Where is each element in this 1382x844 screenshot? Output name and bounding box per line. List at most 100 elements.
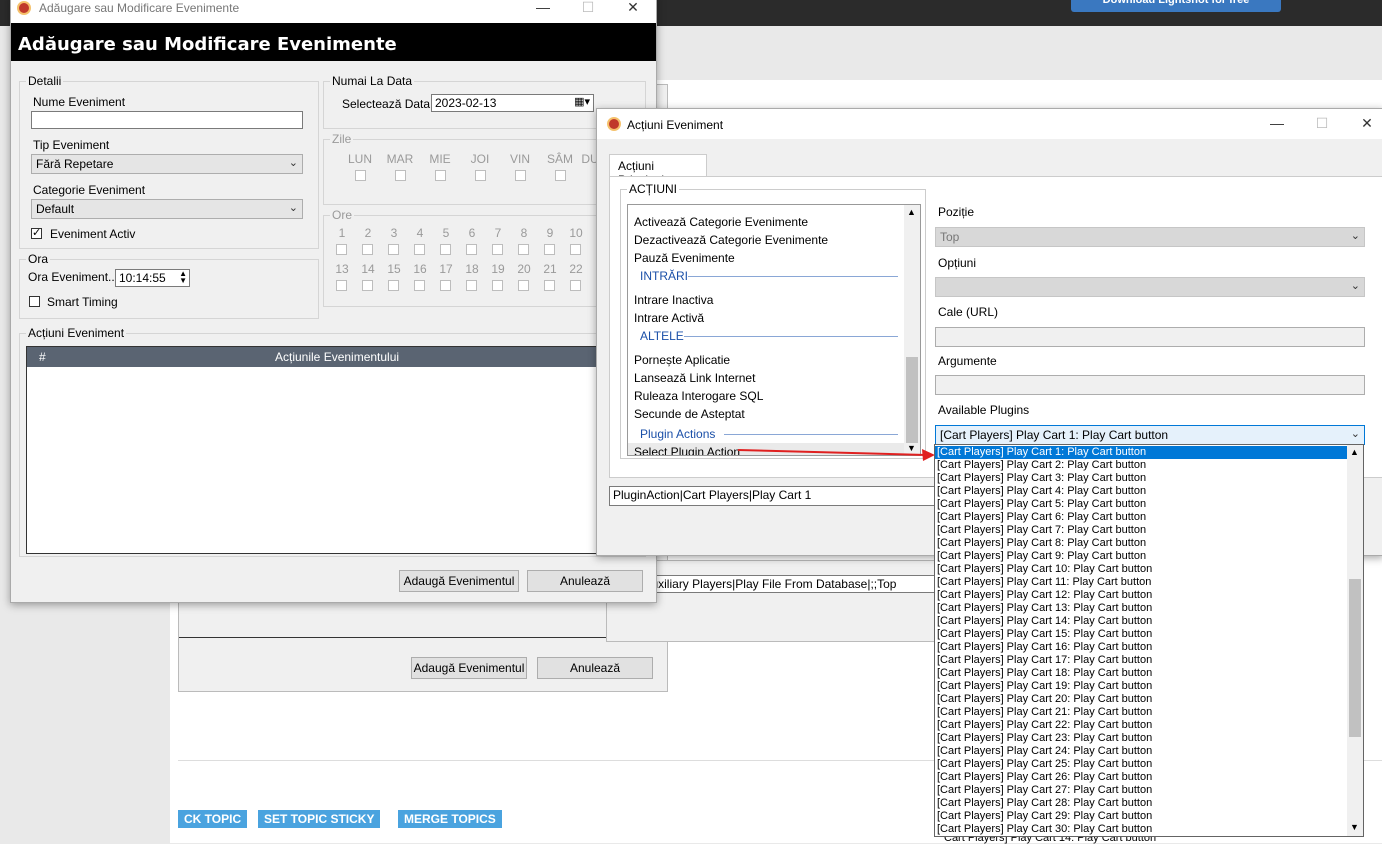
behind-action-field[interactable]: ction|Auxiliary Players|Play File From D…: [611, 575, 939, 593]
maximize-icon[interactable]: ☐: [1312, 115, 1332, 133]
scroll-thumb[interactable]: [1349, 579, 1361, 737]
dropdown-option[interactable]: [Cart Players] Play Cart 8: Play Cart bu…: [935, 537, 1347, 550]
day-checkbox[interactable]: [555, 170, 566, 181]
dropdown-scrollbar[interactable]: ▲ ▼: [1347, 445, 1363, 836]
dropdown-option[interactable]: [Cart Players] Play Cart 29: Play Cart b…: [935, 810, 1347, 823]
dropdown-option[interactable]: [Cart Players] Play Cart 23: Play Cart b…: [935, 732, 1347, 745]
day-checkbox[interactable]: [475, 170, 486, 181]
dropdown-option[interactable]: [Cart Players] Play Cart 13: Play Cart b…: [935, 602, 1347, 615]
hour-checkbox[interactable]: [388, 244, 399, 255]
day-checkbox[interactable]: [355, 170, 366, 181]
dropdown-option[interactable]: [Cart Players] Play Cart 24: Play Cart b…: [935, 745, 1347, 758]
close-icon[interactable]: ✕: [1357, 115, 1377, 133]
minimize-icon[interactable]: —: [533, 0, 553, 17]
list-item[interactable]: Activează Categorie Evenimente: [634, 215, 808, 229]
download-lightshot-button[interactable]: Download Lightshot for free: [1071, 0, 1281, 12]
behind-cancel-button[interactable]: Anulează: [537, 657, 653, 679]
position-select[interactable]: Top ⌄: [935, 227, 1365, 247]
actions-list[interactable]: Activează Categorie Evenimente Dezactive…: [627, 204, 921, 456]
dropdown-option[interactable]: [Cart Players] Play Cart 5: Play Cart bu…: [935, 498, 1347, 511]
available-plugins-select[interactable]: [Cart Players] Play Cart 1: Play Cart bu…: [935, 425, 1365, 445]
plugins-dropdown-list[interactable]: [Cart Players] Play Cart 1: Play Cart bu…: [934, 444, 1364, 837]
dropdown-option[interactable]: [Cart Players] Play Cart 27: Play Cart b…: [935, 784, 1347, 797]
set-topic-sticky-button[interactable]: SET TOPIC STICKY: [258, 810, 381, 828]
hour-checkbox[interactable]: [518, 244, 529, 255]
hour-checkbox[interactable]: [362, 244, 373, 255]
dropdown-option[interactable]: [Cart Players] Play Cart 1: Play Cart bu…: [935, 446, 1347, 459]
hour-checkbox[interactable]: [570, 244, 581, 255]
event-time-input[interactable]: 10:14:55 ▲ ▼: [115, 269, 190, 287]
dropdown-option[interactable]: [Cart Players] Play Cart 4: Play Cart bu…: [935, 485, 1347, 498]
hour-checkbox[interactable]: [440, 244, 451, 255]
minimize-icon[interactable]: —: [1267, 115, 1287, 133]
event-active-checkbox[interactable]: ✓: [31, 227, 42, 239]
add-event-button[interactable]: Adaugă Evenimentul: [399, 570, 519, 592]
hour-checkbox[interactable]: [414, 244, 425, 255]
event-category-select[interactable]: Default ⌄: [31, 199, 303, 219]
list-item[interactable]: Ruleaza Interogare SQL: [634, 389, 763, 403]
day-checkbox[interactable]: [435, 170, 446, 181]
dropdown-option[interactable]: [Cart Players] Play Cart 11: Play Cart b…: [935, 576, 1347, 589]
hour-checkbox[interactable]: [388, 280, 399, 291]
hour-checkbox[interactable]: [570, 280, 581, 291]
dropdown-option[interactable]: [Cart Players] Play Cart 7: Play Cart bu…: [935, 524, 1347, 537]
scroll-up-icon[interactable]: ▲: [1350, 447, 1359, 457]
tab-main-actions[interactable]: Acțiuni Principale: [609, 154, 707, 187]
dropdown-option[interactable]: [Cart Players] Play Cart 25: Play Cart b…: [935, 758, 1347, 771]
options-select[interactable]: ⌄: [935, 277, 1365, 297]
event-type-select[interactable]: Fără Repetare ⌄: [31, 154, 303, 174]
hour-checkbox[interactable]: [518, 280, 529, 291]
maximize-icon[interactable]: ☐: [578, 0, 598, 17]
hour-checkbox[interactable]: [414, 280, 425, 291]
dropdown-option[interactable]: [Cart Players] Play Cart 26: Play Cart b…: [935, 771, 1347, 784]
merge-topics-button[interactable]: MERGE TOPICS: [398, 810, 502, 828]
list-item[interactable]: Intrare Activă: [634, 311, 704, 325]
scroll-down-icon[interactable]: ▼: [1350, 822, 1359, 832]
scroll-thumb[interactable]: [906, 357, 918, 443]
hour-checkbox[interactable]: [336, 244, 347, 255]
dropdown-option[interactable]: [Cart Players] Play Cart 18: Play Cart b…: [935, 667, 1347, 680]
dropdown-option[interactable]: [Cart Players] Play Cart 20: Play Cart b…: [935, 693, 1347, 706]
dropdown-option[interactable]: [Cart Players] Play Cart 19: Play Cart b…: [935, 680, 1347, 693]
scroll-up-icon[interactable]: ▲: [907, 207, 916, 217]
lock-topic-button[interactable]: CK TOPIC: [178, 810, 248, 828]
behind-add-event-button[interactable]: Adaugă Evenimentul: [411, 657, 527, 679]
dropdown-option[interactable]: [Cart Players] Play Cart 28: Play Cart b…: [935, 797, 1347, 810]
hour-checkbox[interactable]: [466, 244, 477, 255]
hour-checkbox[interactable]: [362, 280, 373, 291]
dropdown-option[interactable]: [Cart Players] Play Cart 16: Play Cart b…: [935, 641, 1347, 654]
url-input[interactable]: [935, 327, 1365, 347]
dropdown-option[interactable]: [Cart Players] Play Cart 14: Play Cart b…: [935, 615, 1347, 628]
dropdown-option[interactable]: [Cart Players] Play Cart 12: Play Cart b…: [935, 589, 1347, 602]
dropdown-option[interactable]: [Cart Players] Play Cart 17: Play Cart b…: [935, 654, 1347, 667]
list-item[interactable]: Pauză Evenimente: [634, 251, 735, 265]
calendar-icon[interactable]: ▦▾: [574, 95, 590, 108]
hour-checkbox[interactable]: [336, 280, 347, 291]
day-checkbox[interactable]: [395, 170, 406, 181]
spinner-icon[interactable]: ▲ ▼: [179, 270, 187, 285]
hour-checkbox[interactable]: [440, 280, 451, 291]
hour-checkbox[interactable]: [492, 280, 503, 291]
list-item[interactable]: Secunde de Asteptat: [634, 407, 745, 421]
dropdown-option[interactable]: [Cart Players] Play Cart 21: Play Cart b…: [935, 706, 1347, 719]
dropdown-option[interactable]: [Cart Players] Play Cart 3: Play Cart bu…: [935, 472, 1347, 485]
dropdown-option[interactable]: [Cart Players] Play Cart 22: Play Cart b…: [935, 719, 1347, 732]
close-icon[interactable]: ✕: [623, 0, 643, 17]
arguments-input[interactable]: [935, 375, 1365, 395]
dropdown-option[interactable]: [Cart Players] Play Cart 10: Play Cart b…: [935, 563, 1347, 576]
list-item[interactable]: Dezactivează Categorie Evenimente: [634, 233, 828, 247]
hour-checkbox[interactable]: [544, 244, 555, 255]
action-result-field[interactable]: PluginAction|Cart Players|Play Cart 1: [609, 486, 949, 506]
hour-checkbox[interactable]: [466, 280, 477, 291]
dropdown-option[interactable]: [Cart Players] Play Cart 6: Play Cart bu…: [935, 511, 1347, 524]
list-scrollbar[interactable]: ▲ ▼: [904, 205, 920, 455]
dropdown-option[interactable]: [Cart Players] Play Cart 30: Play Cart b…: [935, 823, 1347, 836]
event-name-input[interactable]: [31, 111, 303, 129]
cancel-button[interactable]: Anulează: [527, 570, 643, 592]
smart-timing-checkbox[interactable]: [29, 296, 40, 307]
hour-checkbox[interactable]: [544, 280, 555, 291]
dropdown-option[interactable]: [Cart Players] Play Cart 15: Play Cart b…: [935, 628, 1347, 641]
day-checkbox[interactable]: [515, 170, 526, 181]
list-item[interactable]: Pornește Aplicatie: [634, 353, 730, 367]
dropdown-option[interactable]: [Cart Players] Play Cart 2: Play Cart bu…: [935, 459, 1347, 472]
